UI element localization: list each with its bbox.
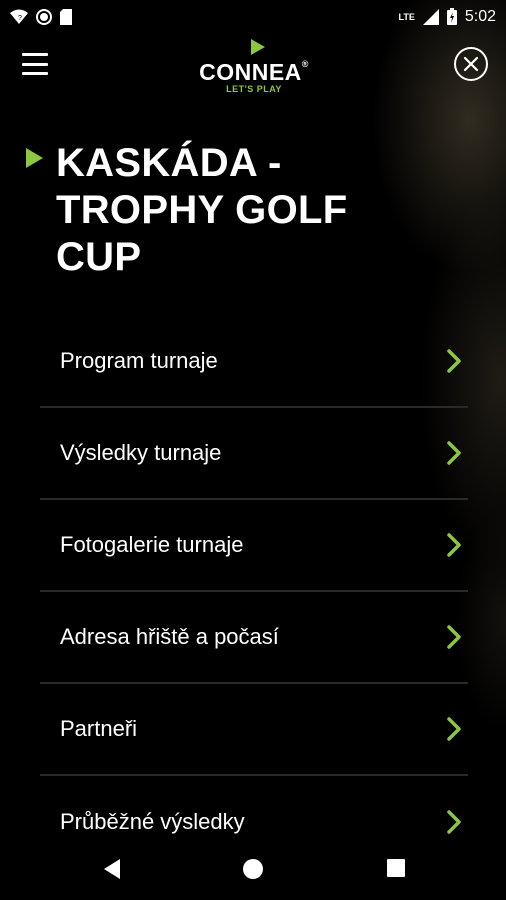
menu-item-partners[interactable]: Partneři — [40, 684, 468, 776]
status-bar: ? LTE 5:02 — [0, 0, 506, 33]
menu-item-label: Fotogalerie turnaje — [60, 532, 244, 557]
wifi-icon: ? — [10, 9, 28, 25]
menu-list: Program turnaje Výsledky turnaje Fotogal… — [40, 316, 468, 868]
back-icon[interactable] — [102, 858, 122, 880]
menu-item-program[interactable]: Program turnaje — [40, 316, 468, 408]
svg-text:?: ? — [18, 15, 22, 22]
chevron-right-icon — [447, 349, 461, 373]
signal-icon — [422, 8, 439, 25]
battery-icon — [446, 8, 457, 25]
chevron-right-icon — [447, 533, 461, 557]
chevron-right-icon — [447, 441, 461, 465]
logo-play-icon — [251, 39, 265, 55]
system-nav-bar — [0, 843, 506, 900]
status-left: ? — [10, 8, 72, 25]
logo-tagline: LET'S PLAY — [226, 84, 282, 94]
home-icon[interactable] — [242, 858, 264, 880]
status-time: 5:02 — [464, 7, 496, 25]
app-header: CONNEA® LET'S PLAY — [0, 33, 506, 105]
page-title-line-1: KASKÁDA - — [56, 141, 282, 185]
recents-icon[interactable] — [386, 858, 406, 878]
chevron-right-icon — [447, 717, 461, 741]
status-right: LTE 5:02 — [399, 8, 496, 26]
menu-item-label: Program turnaje — [60, 348, 218, 373]
circle-icon — [36, 8, 52, 25]
menu-item-label: Průběžné výsledky — [60, 809, 245, 834]
hamburger-menu-icon[interactable] — [22, 53, 48, 75]
page-title-line-3: CUP — [56, 235, 142, 279]
menu-item-label: Výsledky turnaje — [60, 440, 222, 465]
menu-item-address-weather[interactable]: Adresa hřiště a počasí — [40, 592, 468, 684]
page-title: KASKÁDA - TROPHY GOLF CUP — [56, 140, 456, 281]
chevron-right-icon — [447, 625, 461, 649]
menu-item-results[interactable]: Výsledky turnaje — [40, 408, 468, 500]
logo-wordmark: CONNEA — [199, 59, 302, 85]
connea-logo: CONNEA® LET'S PLAY — [188, 39, 320, 95]
logo-registered: ® — [301, 59, 309, 69]
menu-item-label: Partneři — [60, 716, 138, 741]
close-circle-icon[interactable] — [454, 47, 488, 81]
sd-card-icon — [60, 8, 72, 25]
network-type: LTE — [398, 11, 415, 22]
title-play-icon — [26, 148, 43, 168]
chevron-right-icon — [447, 810, 461, 834]
menu-item-gallery[interactable]: Fotogalerie turnaje — [40, 500, 468, 592]
page-title-line-2: TROPHY GOLF — [56, 188, 348, 232]
menu-item-label: Adresa hřiště a počasí — [60, 624, 279, 649]
